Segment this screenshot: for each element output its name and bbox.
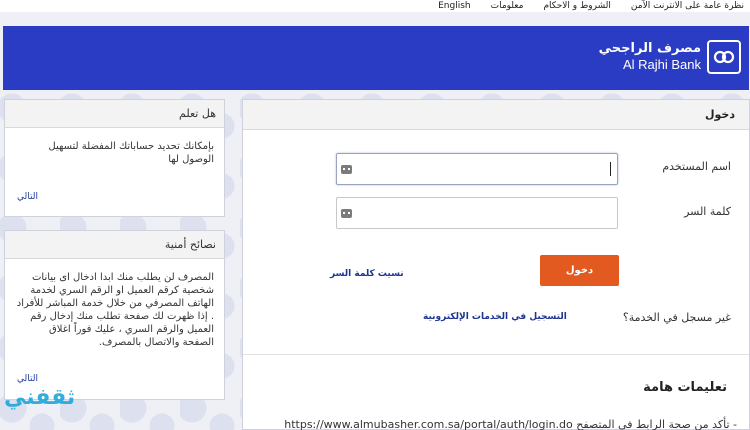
brand-text: مصرف الراجحي Al Rajhi Bank bbox=[599, 41, 701, 73]
username-label: اسم المستخدم bbox=[662, 160, 731, 173]
brand-name-en: Al Rajhi Bank bbox=[622, 57, 701, 72]
header-banner: مصرف الراجحي Al Rajhi Bank bbox=[3, 26, 749, 90]
register-link[interactable]: التسجيل في الخدمات الإلكترونية bbox=[423, 312, 567, 322]
watermark-logo: ثقفني bbox=[4, 385, 76, 410]
forgot-password-link[interactable]: نسيت كلمة السر bbox=[330, 269, 404, 279]
username-input[interactable] bbox=[336, 153, 618, 185]
text-caret bbox=[610, 162, 611, 176]
top-nav-terms[interactable]: الشروط و الاحكام bbox=[543, 1, 610, 11]
section-divider bbox=[243, 354, 749, 355]
brand-logo-block[interactable]: مصرف الراجحي Al Rajhi Bank bbox=[599, 40, 741, 74]
security-tips-text: المصرف لن يطلب منك ابدا ادخال اى بيانات … bbox=[16, 272, 214, 348]
not-registered-text: غير مسجل في الخدمة؟ bbox=[622, 311, 731, 324]
bank-logo-icon bbox=[707, 40, 741, 74]
security-tips-title: نصائح أمنية bbox=[5, 231, 224, 259]
password-input[interactable] bbox=[336, 197, 618, 229]
security-tips-next-link[interactable]: التالي bbox=[17, 374, 38, 384]
did-you-know-next-link[interactable]: التالي bbox=[17, 192, 38, 202]
virtual-keyboard-icon[interactable] bbox=[341, 209, 352, 218]
virtual-keyboard-icon[interactable] bbox=[341, 165, 352, 174]
top-nav: نظرة عامة على الانترنت الآمن الشروط و ال… bbox=[0, 0, 750, 12]
did-you-know-title: هل تعلم bbox=[5, 100, 224, 128]
did-you-know-box: هل تعلم بإمكانك تحديد حساباتك المفضلة لت… bbox=[4, 99, 225, 217]
important-note-url: - تأكد من صحة الرابط في المتصفح https://… bbox=[284, 418, 737, 430]
did-you-know-text: بإمكانك تحديد حساباتك المفضلة لتسهيل الو… bbox=[48, 141, 214, 165]
top-nav-info[interactable]: معلومات bbox=[491, 1, 524, 11]
login-button[interactable]: دخول bbox=[540, 255, 619, 286]
brand-name-ar: مصرف الراجحي bbox=[598, 41, 701, 56]
password-label: كلمة السر bbox=[684, 205, 731, 218]
login-title: دخول bbox=[243, 100, 749, 130]
important-notes-title: تعليمات هامة bbox=[643, 380, 727, 395]
security-tips-box: نصائح أمنية المصرف لن يطلب منك ابدا ادخا… bbox=[4, 230, 225, 400]
login-panel: دخول اسم المستخدم كلمة السر دخول نسيت كل… bbox=[242, 99, 750, 430]
top-nav-english[interactable]: English bbox=[438, 1, 471, 11]
top-nav-secure-overview[interactable]: نظرة عامة على الانترنت الآمن bbox=[631, 1, 744, 11]
